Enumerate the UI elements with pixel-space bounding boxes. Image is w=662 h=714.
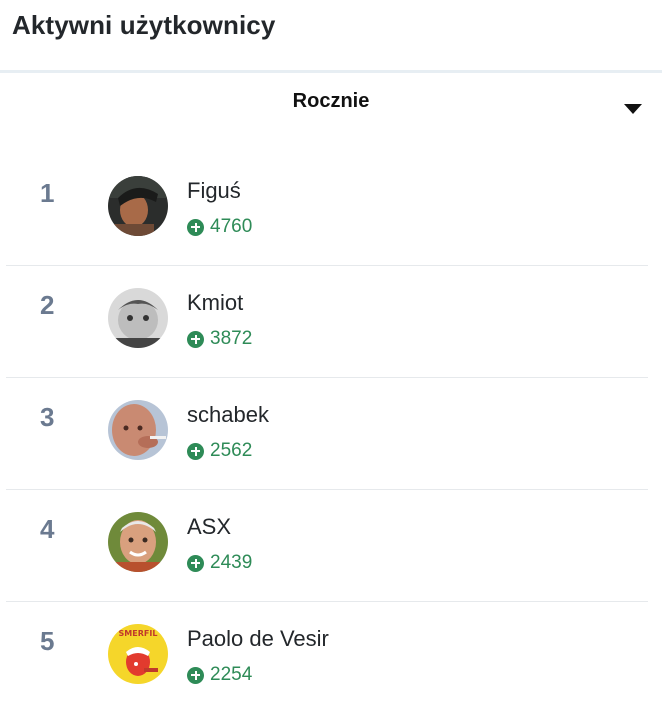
user-score: 2254 bbox=[187, 664, 252, 686]
widget-title: Aktywni użytkownicy bbox=[12, 10, 276, 40]
list-item[interactable]: 1 Figuś 4760 bbox=[0, 154, 662, 266]
plus-circle-icon bbox=[187, 666, 204, 684]
avatar[interactable] bbox=[108, 176, 168, 236]
avatar[interactable] bbox=[108, 512, 168, 572]
username[interactable]: schabek bbox=[187, 402, 269, 428]
plus-circle-icon bbox=[187, 218, 204, 236]
caret-down-icon bbox=[624, 104, 642, 114]
period-selected-label: Rocznie bbox=[292, 90, 370, 112]
score-value: 2254 bbox=[210, 664, 253, 685]
score-value: 3872 bbox=[210, 328, 253, 349]
avatar[interactable] bbox=[108, 400, 168, 460]
user-score: 3872 bbox=[187, 328, 252, 350]
user-rank: 2 bbox=[40, 290, 55, 320]
smerfil-logo-text: SMERFIL bbox=[119, 629, 158, 638]
user-list: 1 Figuś 4760 2 Kmiot 3872 3 schabek 2562… bbox=[0, 154, 662, 714]
plus-circle-icon bbox=[187, 554, 204, 572]
username[interactable]: Kmiot bbox=[187, 290, 243, 316]
user-rank: 4 bbox=[40, 514, 55, 544]
avatar[interactable]: SMERFIL bbox=[108, 624, 168, 684]
user-score: 2439 bbox=[187, 552, 252, 574]
user-rank: 3 bbox=[40, 402, 55, 432]
plus-circle-icon bbox=[187, 442, 204, 460]
score-value: 4760 bbox=[210, 216, 253, 237]
plus-circle-icon bbox=[187, 330, 204, 348]
user-rank: 5 bbox=[40, 626, 55, 656]
period-dropdown[interactable]: Rocznie bbox=[0, 74, 662, 132]
list-item[interactable]: 5 SMERFIL Paolo de Vesir 2254 bbox=[0, 602, 662, 714]
avatar[interactable] bbox=[108, 288, 168, 348]
title-divider bbox=[0, 70, 662, 73]
username[interactable]: Paolo de Vesir bbox=[187, 626, 329, 652]
user-rank: 1 bbox=[40, 178, 55, 208]
username[interactable]: ASX bbox=[187, 514, 231, 540]
score-value: 2439 bbox=[210, 552, 253, 573]
user-score: 2562 bbox=[187, 440, 252, 462]
list-item[interactable]: 4 ASX 2439 bbox=[0, 490, 662, 602]
username[interactable]: Figuś bbox=[187, 178, 241, 204]
user-score: 4760 bbox=[187, 216, 252, 238]
list-item[interactable]: 2 Kmiot 3872 bbox=[0, 266, 662, 378]
list-item[interactable]: 3 schabek 2562 bbox=[0, 378, 662, 490]
score-value: 2562 bbox=[210, 440, 253, 461]
